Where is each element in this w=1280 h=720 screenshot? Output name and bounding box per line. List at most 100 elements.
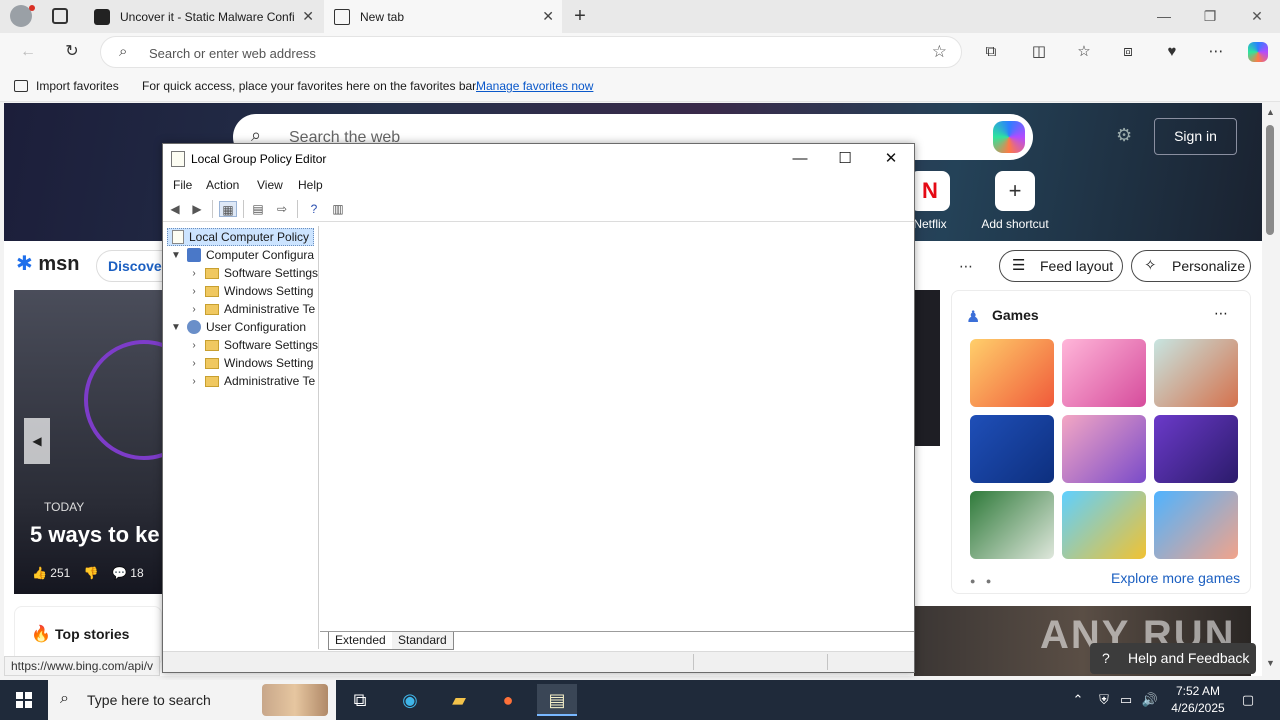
scroll-up-icon[interactable]: ▲ (1266, 107, 1275, 117)
collapse-chevron-icon[interactable]: ▼ (169, 250, 183, 261)
collapse-chevron-icon[interactable]: ▼ (169, 322, 183, 333)
copilot-search-icon[interactable] (993, 121, 1025, 153)
menu-action[interactable]: Action (206, 178, 239, 192)
sign-in-button[interactable]: Sign in (1154, 118, 1237, 155)
tree-user-windows-settings[interactable]: › Windows Setting (187, 354, 313, 372)
show-hide-tree-icon[interactable]: ▦ (219, 201, 237, 217)
comment-icon[interactable]: 💬 (112, 566, 127, 580)
tree-root-local-computer-policy[interactable]: Local Computer Policy (167, 228, 315, 246)
refresh-icon[interactable]: ↻ (58, 39, 86, 65)
close-tab-icon[interactable]: ✕ (542, 8, 554, 25)
expand-chevron-icon[interactable]: › (187, 286, 201, 297)
favorite-star-icon[interactable]: ☆ (932, 42, 947, 62)
game-tile[interactable] (970, 415, 1054, 483)
notifications-icon[interactable]: ▢ (1236, 680, 1260, 720)
split-screen-icon[interactable]: ◫ (1027, 40, 1051, 64)
show-hidden-icons-chevron-icon[interactable]: ⌃ (1068, 680, 1088, 720)
restore-browser-button[interactable]: ❐ (1187, 0, 1233, 33)
back-arrow-icon[interactable]: ◀ (166, 201, 184, 217)
game-tile[interactable] (1154, 415, 1238, 483)
shortcut-add[interactable]: + Add shortcut (980, 171, 1050, 231)
personalize-button[interactable]: ✧ Personalize (1131, 250, 1251, 282)
like-icon[interactable]: 👍 (32, 566, 47, 580)
status-url: https://www.bing.com/api/v (4, 656, 161, 676)
new-tab-button[interactable]: + (568, 4, 592, 28)
game-tile[interactable] (1062, 491, 1146, 559)
tree-user-administrative-templates[interactable]: › Administrative Te (187, 372, 315, 390)
help-book-icon[interactable]: ? (305, 201, 323, 217)
expand-chevron-icon[interactable]: › (187, 268, 201, 279)
task-view-icon[interactable]: ⧉ (340, 684, 380, 716)
start-button[interactable] (0, 680, 48, 720)
gpe-title-bar[interactable]: Local Group Policy Editor — ☐ ✕ (163, 144, 914, 174)
properties-icon[interactable]: ▤ (249, 201, 267, 217)
security-icon[interactable]: ⛨ (1094, 680, 1114, 720)
minimize-browser-button[interactable]: — (1141, 0, 1187, 33)
file-explorer-icon[interactable]: ▰ (439, 684, 479, 716)
tab-new-tab[interactable]: New tab ✕ (324, 0, 562, 33)
scroll-down-icon[interactable]: ▼ (1266, 658, 1275, 668)
game-tile[interactable] (1062, 339, 1146, 407)
taskbar-search-input[interactable]: ⌕ Type here to search (48, 680, 336, 720)
extensions-icon[interactable]: ⧉ (979, 40, 1003, 64)
news-card[interactable]: ◀ TODAY 5 ways to ke 👍 251 👎 💬 18 (14, 290, 162, 594)
settings-more-icon[interactable]: ⋯ (1204, 40, 1228, 64)
firefox-icon[interactable]: ● (488, 684, 528, 716)
tab-actions-icon[interactable] (52, 8, 68, 24)
menu-view[interactable]: View (257, 178, 283, 192)
games-more-icon[interactable]: ⋯ (1214, 305, 1228, 322)
game-tile[interactable] (1062, 415, 1146, 483)
tree-user-configuration[interactable]: ▼ User Configuration (169, 318, 306, 336)
taskbar-clock[interactable]: 7:52 AM 4/26/2025 (1168, 683, 1228, 717)
export-list-icon[interactable]: ⇨ (273, 201, 291, 217)
tab-uncover-it[interactable]: Uncover it - Static Malware Confi ✕ (84, 0, 322, 33)
collections-icon[interactable]: ⧈ (1116, 40, 1140, 64)
gpe-maximize-button[interactable]: ☐ (822, 144, 868, 174)
page-scrollbar[interactable]: ▲ ▼ (1262, 103, 1280, 676)
close-browser-button[interactable]: ✕ (1234, 0, 1280, 33)
network-icon[interactable]: ▭ (1116, 680, 1136, 720)
gpe-minimize-button[interactable]: — (777, 144, 823, 174)
page-settings-gear-icon[interactable]: ⚙ (1116, 125, 1132, 146)
forward-arrow-icon[interactable]: ▶ (188, 201, 206, 217)
expand-chevron-icon[interactable]: › (187, 304, 201, 315)
tab-standard[interactable]: Standard (392, 632, 454, 650)
import-favorites-button[interactable]: Import favorites (14, 79, 119, 93)
explore-more-games-link[interactable]: Explore more games (1111, 570, 1240, 586)
tree-computer-configuration[interactable]: ▼ Computer Configura (169, 246, 314, 264)
manage-favorites-link[interactable]: Manage favorites now (476, 79, 593, 93)
carousel-prev-icon[interactable]: ◀ (24, 418, 50, 464)
tree-computer-administrative-templates[interactable]: › Administrative Te (187, 300, 315, 318)
group-policy-taskbar-icon[interactable]: ▤ (537, 684, 577, 716)
gpe-close-button[interactable]: ✕ (868, 144, 914, 174)
expand-chevron-icon[interactable]: › (187, 358, 201, 369)
game-tile[interactable] (970, 491, 1054, 559)
tree-computer-software-settings[interactable]: › Software Settings (187, 264, 318, 282)
menu-file[interactable]: File (173, 178, 192, 192)
more-options-icon[interactable]: ⋯ (959, 258, 973, 275)
tree-user-software-settings[interactable]: › Software Settings (187, 336, 318, 354)
show-hide-action-pane-icon[interactable]: ▥ (329, 201, 347, 217)
scroll-thumb[interactable] (1266, 125, 1274, 235)
game-tile[interactable] (1154, 491, 1238, 559)
copilot-icon[interactable] (1246, 40, 1270, 64)
back-arrow-icon[interactable]: ← (14, 39, 42, 65)
tab-extended[interactable]: Extended (328, 632, 393, 650)
volume-icon[interactable]: 🔊 (1140, 680, 1160, 720)
menu-help[interactable]: Help (298, 178, 323, 192)
game-tile[interactable] (970, 339, 1054, 407)
edge-browser-icon[interactable]: ◉ (390, 684, 430, 716)
favorites-icon[interactable]: ☆ (1072, 40, 1096, 64)
details-pane[interactable] (320, 226, 914, 629)
feed-layout-button[interactable]: ☰ Feed layout (999, 250, 1123, 282)
expand-chevron-icon[interactable]: › (187, 376, 201, 387)
game-tile[interactable] (1154, 339, 1238, 407)
dislike-icon[interactable]: 👎 (84, 566, 99, 580)
address-input[interactable]: ⌕ Search or enter web address ☆ (100, 36, 962, 68)
close-tab-icon[interactable]: ✕ (302, 8, 314, 25)
help-feedback-button[interactable]: ? Help and Feedback (1090, 643, 1256, 674)
msn-logo[interactable]: ✱ msn (16, 251, 79, 276)
browser-essentials-icon[interactable]: ♥ (1160, 40, 1184, 64)
tree-computer-windows-settings[interactable]: › Windows Setting (187, 282, 313, 300)
expand-chevron-icon[interactable]: › (187, 340, 201, 351)
